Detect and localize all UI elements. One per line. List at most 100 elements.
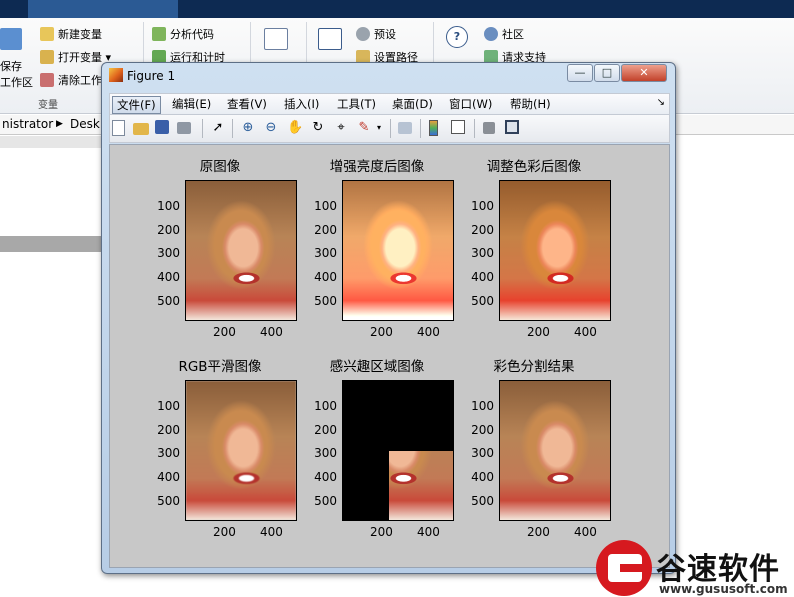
figure-title-bar[interactable]: Figure 1 — □ ✕ bbox=[102, 63, 675, 89]
x-tick-label: 400 bbox=[574, 325, 597, 339]
image-axes[interactable]: 增强亮度后图像 100 200 300 400 500 200 400 bbox=[287, 151, 467, 346]
toolbar-separator bbox=[390, 119, 391, 138]
y-tick-label: 200 bbox=[471, 423, 494, 437]
y-tick-label: 200 bbox=[314, 223, 337, 237]
menu-help[interactable]: 帮助(H) bbox=[506, 96, 555, 114]
analyze-code-button[interactable]: 分析代码 bbox=[152, 26, 214, 42]
data-cursor-icon[interactable]: ⌖ bbox=[333, 120, 349, 136]
panel-header bbox=[0, 136, 110, 148]
menu-window[interactable]: 窗口(W) bbox=[445, 96, 496, 114]
image-axes[interactable]: 感兴趣区域图像 100 200 300 400 500 200 400 bbox=[287, 351, 467, 546]
brush-icon[interactable]: ✎ bbox=[356, 120, 372, 136]
menu-view[interactable]: 查看(V) bbox=[223, 96, 271, 114]
matlab-title-strip bbox=[0, 0, 794, 18]
portrait-image bbox=[500, 381, 610, 520]
roi-mask bbox=[343, 381, 453, 451]
portrait-image bbox=[186, 381, 296, 520]
gear-icon bbox=[356, 27, 370, 41]
image-axes[interactable]: 彩色分割结果 100 200 300 400 500 200 400 bbox=[444, 351, 624, 546]
breadcrumb-segment[interactable]: nistrator bbox=[2, 115, 53, 133]
menu-edit[interactable]: 编辑(E) bbox=[168, 96, 215, 114]
clear-workspace-button[interactable]: 清除工作 bbox=[40, 72, 102, 88]
y-tick-label: 200 bbox=[314, 423, 337, 437]
help-icon[interactable]: ? bbox=[446, 26, 472, 48]
new-variable-button[interactable]: 新建变量 bbox=[40, 26, 102, 42]
save-workspace-button[interactable]: 保存 bbox=[0, 58, 22, 74]
x-tick-label: 400 bbox=[417, 325, 440, 339]
y-tick-label: 200 bbox=[471, 223, 494, 237]
y-tick-label: 100 bbox=[471, 399, 494, 413]
menu-insert[interactable]: 插入(I) bbox=[280, 96, 323, 114]
show-plot-tools-icon[interactable] bbox=[505, 120, 519, 134]
image-axes[interactable]: 原图像 100 200 300 400 500 200 400 bbox=[130, 151, 310, 346]
menu-tools[interactable]: 工具(T) bbox=[333, 96, 380, 114]
link-plot-icon[interactable] bbox=[398, 122, 412, 134]
edit-plot-arrow-icon[interactable]: ➚ bbox=[210, 120, 226, 136]
x-tick-label: 200 bbox=[370, 525, 393, 539]
breadcrumb-segment[interactable]: Desk bbox=[70, 115, 100, 133]
rotate-3d-icon[interactable]: ↻ bbox=[310, 120, 326, 136]
axes-title: 增强亮度后图像 bbox=[329, 159, 425, 175]
community-button[interactable]: 社区 bbox=[484, 26, 524, 42]
x-tick-label: 400 bbox=[417, 525, 440, 539]
new-variable-icon bbox=[40, 27, 54, 41]
y-tick-label: 300 bbox=[157, 246, 180, 260]
colorbar-icon[interactable] bbox=[429, 120, 438, 136]
x-tick-label: 400 bbox=[574, 525, 597, 539]
save-icon[interactable] bbox=[155, 120, 169, 134]
menu-file[interactable]: 文件(F) bbox=[112, 96, 161, 114]
y-tick-label: 500 bbox=[314, 294, 337, 308]
y-tick-label: 500 bbox=[471, 294, 494, 308]
y-tick-label: 100 bbox=[157, 199, 180, 213]
layout-icon[interactable] bbox=[318, 28, 346, 50]
open-variable-button[interactable]: 打开变量 ▾ bbox=[40, 49, 111, 65]
image-frame bbox=[342, 180, 454, 321]
y-tick-label: 100 bbox=[157, 399, 180, 413]
axes-title: RGB平滑图像 bbox=[178, 359, 262, 375]
minimize-button[interactable]: — bbox=[567, 64, 593, 82]
print-icon[interactable] bbox=[177, 122, 191, 134]
brand-logo-icon bbox=[596, 540, 652, 596]
image-axes[interactable]: RGB平滑图像 100 200 300 400 500 200 400 bbox=[130, 351, 310, 546]
y-tick-label: 400 bbox=[471, 470, 494, 484]
figure-window[interactable]: Figure 1 — □ ✕ 文件(F) 编辑(E) 查看(V) 插入(I) 工… bbox=[101, 62, 676, 574]
figure-toolbar: ➚ ⊕ ⊖ ✋ ↻ ⌖ ✎ ▾ bbox=[109, 115, 670, 143]
portrait-image bbox=[343, 181, 453, 320]
y-tick-label: 500 bbox=[471, 494, 494, 508]
maximize-button[interactable]: □ bbox=[594, 64, 620, 82]
image-frame bbox=[342, 380, 454, 521]
y-tick-label: 400 bbox=[471, 270, 494, 284]
portrait-image bbox=[186, 181, 296, 320]
zoom-in-icon[interactable]: ⊕ bbox=[240, 120, 256, 136]
hide-plot-tools-icon[interactable] bbox=[483, 122, 495, 134]
menu-desktop[interactable]: 桌面(D) bbox=[388, 96, 437, 114]
pan-hand-icon[interactable]: ✋ bbox=[287, 120, 303, 136]
new-figure-icon[interactable] bbox=[112, 120, 125, 136]
y-tick-label: 500 bbox=[157, 294, 180, 308]
y-tick-label: 400 bbox=[314, 470, 337, 484]
image-frame bbox=[499, 180, 611, 321]
workspace-icon[interactable] bbox=[0, 28, 26, 50]
portrait-image bbox=[500, 181, 610, 320]
y-tick-label: 300 bbox=[157, 446, 180, 460]
image-axes[interactable]: 调整色彩后图像 100 200 300 400 500 200 400 bbox=[444, 151, 624, 346]
simulink-icon[interactable] bbox=[264, 28, 292, 50]
brush-dropdown-icon[interactable]: ▾ bbox=[374, 120, 384, 136]
close-button[interactable]: ✕ bbox=[621, 64, 667, 82]
matlab-tab-strip bbox=[28, 0, 178, 18]
axes-title: 感兴趣区域图像 bbox=[329, 359, 425, 375]
open-file-icon[interactable] bbox=[133, 123, 149, 135]
legend-icon[interactable] bbox=[451, 120, 465, 134]
toolbar-separator bbox=[420, 119, 421, 138]
x-tick-label: 200 bbox=[527, 525, 550, 539]
x-tick-label: 200 bbox=[213, 525, 236, 539]
community-icon bbox=[484, 27, 498, 41]
image-frame bbox=[185, 380, 297, 521]
y-tick-label: 200 bbox=[157, 223, 180, 237]
preferences-button[interactable]: 预设 bbox=[356, 26, 396, 42]
y-tick-label: 200 bbox=[157, 423, 180, 437]
toolbar-separator bbox=[474, 119, 475, 138]
menu-overflow-icon[interactable]: ↘ bbox=[657, 97, 665, 108]
figure-menu-bar: 文件(F) 编辑(E) 查看(V) 插入(I) 工具(T) 桌面(D) 窗口(W… bbox=[109, 93, 670, 115]
zoom-out-icon[interactable]: ⊖ bbox=[263, 120, 279, 136]
